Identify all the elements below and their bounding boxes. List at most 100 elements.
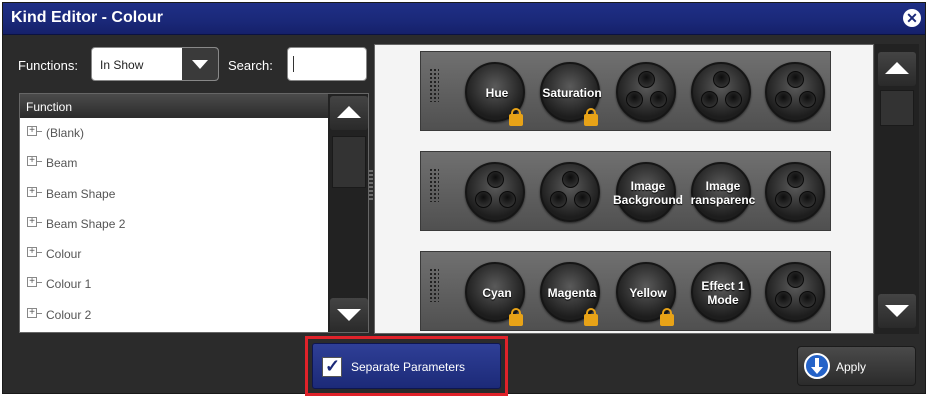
- expand-icon[interactable]: +: [27, 156, 37, 167]
- lock-icon: [584, 308, 598, 326]
- knob-hole: [787, 71, 804, 88]
- list-item[interactable]: + Colour 1: [20, 269, 328, 299]
- list-item[interactable]: + Colour: [20, 239, 328, 269]
- expand-icon[interactable]: +: [27, 186, 37, 197]
- search-label: Search:: [228, 58, 273, 73]
- knob-hole: [799, 291, 816, 308]
- title-bar[interactable]: Kind Editor - Colour ✕: [3, 3, 925, 35]
- list-item-label: (Blank): [46, 126, 85, 140]
- knob-hole: [638, 71, 655, 88]
- functions-dropdown-value: In Show: [100, 58, 144, 72]
- knob-hole: [701, 91, 718, 108]
- list-item[interactable]: + Beam: [20, 148, 328, 178]
- chevron-down-icon: [192, 60, 208, 69]
- list-item-label: Colour: [46, 247, 82, 262]
- knob-hole: [787, 271, 804, 288]
- knob-hole: [626, 91, 643, 108]
- scroll-up-button[interactable]: [330, 96, 368, 130]
- tree-connector: [37, 131, 42, 132]
- encoder-knob-label: Image Background: [612, 179, 683, 207]
- encoder-knob[interactable]: Effect 1 Mode: [691, 262, 751, 322]
- tree-connector: [37, 161, 42, 163]
- encoder-knob[interactable]: Image Background: [613, 162, 683, 222]
- knob-hole: [550, 191, 567, 208]
- encoder-knob-label: Magenta: [547, 286, 597, 300]
- knob-hole: [775, 191, 792, 208]
- list-item-label: Beam Shape 2: [46, 216, 126, 231]
- encoder-knob-label: Yellow: [629, 286, 667, 300]
- encoder-knob-label: Cyan: [482, 286, 512, 300]
- tree-connector: [37, 191, 42, 193]
- scroll-thumb[interactable]: [880, 90, 914, 126]
- encoder-knob-label: Image ransparenc: [690, 179, 756, 207]
- tree-connector: [37, 252, 42, 254]
- arrow-up-icon: [337, 106, 361, 118]
- dropdown-arrow-button[interactable]: [182, 48, 218, 80]
- knob-hole: [713, 71, 730, 88]
- encoder-knob[interactable]: [765, 162, 825, 222]
- search-input[interactable]: [287, 47, 367, 81]
- list-item[interactable]: + (Blank): [20, 118, 328, 148]
- knob-hole: [650, 91, 667, 108]
- text-caret: [293, 56, 294, 72]
- lock-icon: [660, 308, 674, 326]
- arrow-up-icon: [885, 62, 909, 74]
- separate-parameters-toggle[interactable]: ✓ Separate Parameters: [312, 343, 501, 389]
- apply-button[interactable]: Apply: [797, 346, 916, 386]
- encoder-banks-panel: Hue Saturation Image Background Image ransp…: [374, 44, 874, 334]
- expand-icon[interactable]: +: [27, 277, 37, 288]
- function-column-header[interactable]: Function: [20, 94, 328, 118]
- arrow-down-icon: [885, 305, 909, 317]
- separate-parameters-checkbox[interactable]: ✓: [322, 356, 342, 377]
- encoder-knob[interactable]: [540, 162, 600, 222]
- encoder-banks-scrollbar[interactable]: [875, 44, 919, 334]
- encoder-bank: Cyan Magenta Yellow Effect 1 Mode: [420, 251, 831, 331]
- scroll-down-button[interactable]: [330, 298, 368, 332]
- expand-icon[interactable]: +: [27, 126, 37, 136]
- drag-grip-icon[interactable]: [429, 68, 439, 102]
- encoder-bank: Image Background Image ransparenc: [420, 151, 831, 231]
- scroll-thumb[interactable]: [332, 136, 366, 188]
- knob-hole: [574, 191, 591, 208]
- knob-hole: [799, 191, 816, 208]
- functions-label: Functions:: [18, 58, 78, 73]
- encoder-knob[interactable]: [765, 262, 825, 322]
- list-item[interactable]: + Beam Shape 2: [20, 209, 328, 239]
- lock-icon: [509, 308, 523, 326]
- knob-hole: [487, 171, 504, 188]
- function-list: + (Blank) + Beam + Beam Shape + Beam Shape 2 + Co…: [20, 118, 328, 330]
- expand-icon[interactable]: +: [27, 216, 37, 227]
- knob-hole: [562, 171, 579, 188]
- drag-grip-icon[interactable]: [429, 268, 439, 302]
- list-item-label: Colour 2: [46, 307, 92, 322]
- list-item-label: Beam Shape: [46, 186, 116, 201]
- scroll-down-button[interactable]: [878, 294, 916, 328]
- function-list-scrollbar[interactable]: [328, 94, 368, 332]
- knob-hole: [787, 171, 804, 188]
- encoder-knob-label: Effect 1 Mode: [701, 279, 745, 307]
- encoder-knob[interactable]: [616, 62, 676, 122]
- encoder-knob-label: Saturation: [542, 86, 602, 100]
- arrow-down-icon: [337, 309, 361, 321]
- knob-hole: [799, 91, 816, 108]
- expand-icon[interactable]: +: [27, 247, 37, 258]
- encoder-knob[interactable]: Image ransparenc: [691, 162, 755, 222]
- lock-icon: [509, 108, 523, 126]
- encoder-knob[interactable]: [765, 62, 825, 122]
- knob-hole: [475, 191, 492, 208]
- drag-grip-icon[interactable]: [429, 168, 439, 202]
- functions-dropdown[interactable]: In Show: [91, 47, 219, 81]
- list-item[interactable]: + Colour 2: [20, 300, 328, 330]
- expand-icon[interactable]: +: [27, 307, 37, 318]
- close-icon[interactable]: ✕: [903, 9, 921, 27]
- encoder-knob[interactable]: [691, 62, 751, 122]
- scroll-up-button[interactable]: [878, 52, 916, 86]
- tree-connector: [37, 312, 42, 314]
- apply-label: Apply: [836, 360, 867, 374]
- knob-hole: [725, 91, 742, 108]
- panel-splitter-handle[interactable]: [369, 170, 373, 200]
- knob-hole: [775, 91, 792, 108]
- lock-icon: [584, 108, 598, 126]
- encoder-knob[interactable]: [465, 162, 525, 222]
- list-item[interactable]: + Beam Shape: [20, 179, 328, 209]
